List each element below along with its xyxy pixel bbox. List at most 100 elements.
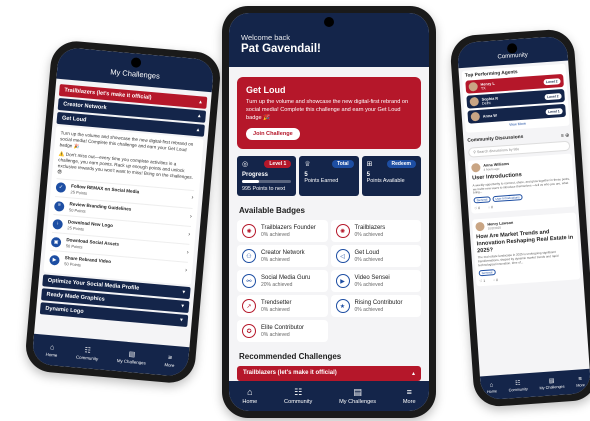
badge-item[interactable]: ↗ Trendsetter 0% achieved: [237, 295, 328, 318]
nav-more[interactable]: ≡ More: [576, 376, 586, 388]
bottom-nav: ⌂ Home ☷ Community ▤ My Challenges ≡ More: [229, 381, 429, 411]
nav-community[interactable]: ☷ Community: [284, 386, 313, 405]
nav-home[interactable]: ⌂ Home: [45, 343, 59, 358]
nav-my-challenges[interactable]: ▤ My Challenges: [117, 350, 147, 366]
top-agents-section: Top Performing Agents Henry L TX Level 2 …: [461, 63, 570, 133]
badge-name: Trailblazers: [354, 224, 386, 231]
badge-name: Social Media Guru: [261, 274, 311, 281]
chevron-down-icon: ▾: [180, 303, 185, 310]
medal-icon: ✪: [242, 324, 256, 339]
nav-community[interactable]: ☷ Community: [76, 346, 99, 361]
home-icon: ⌂: [489, 382, 494, 389]
nav-community[interactable]: ☷ Community: [508, 380, 528, 392]
progress-label: Progress: [242, 172, 269, 179]
badge-name: Elite Contributor: [261, 324, 305, 331]
nav-label: Home: [486, 388, 498, 394]
recommended-challenge-label: Trailblazers (let's make it official): [243, 370, 337, 377]
discussion-post[interactable]: Anna Williams 4 hours ago User Introducti…: [467, 153, 576, 215]
star-icon: ★: [335, 299, 350, 314]
badge-item[interactable]: ◁ Get Loud 0% achieved: [330, 245, 421, 268]
badge-name: Rising Contributor: [354, 299, 403, 306]
left-screen: My Challenges Trailblazers (let's make i…: [31, 46, 215, 378]
points-earned-label: Points Earned: [304, 178, 339, 185]
add-discussion-icon[interactable]: ≡ ⊕: [561, 132, 570, 139]
redeem-button[interactable]: Redeem: [386, 160, 416, 169]
discussions-title: Community Discussions: [467, 134, 524, 144]
nav-home[interactable]: ⌂ Home: [486, 382, 498, 394]
center-phone: Welcome back Pat Gavendail! Get Loud Tur…: [222, 6, 436, 418]
share-icon: ⚯: [242, 274, 256, 289]
user-name: Pat Gavendail!: [241, 43, 321, 55]
badge-progress: 0% achieved: [354, 281, 384, 288]
like-count: 1: [483, 279, 486, 284]
total-button[interactable]: Total: [332, 160, 354, 169]
nav-label: Community: [508, 386, 528, 392]
badge-name: Video Sensei: [354, 274, 390, 281]
points-earned-card: ♕ Total 5 Points Earned: [299, 156, 359, 197]
badge-item[interactable]: ★ Rising Contributor 0% achieved: [330, 295, 421, 318]
flame-icon: ✺: [242, 224, 256, 239]
avatar: [468, 81, 479, 92]
badge-progress: 0% achieved: [354, 306, 384, 313]
avatar: [469, 96, 480, 107]
home-icon: ⌂: [49, 343, 55, 352]
community-icon: ☷: [294, 386, 303, 397]
check-icon: ✓: [55, 182, 67, 194]
nav-more[interactable]: ≡ More: [164, 354, 175, 368]
points-available-label: Points Available: [366, 178, 405, 185]
chevron-right-icon: ›: [188, 231, 191, 238]
target-icon: ◎: [242, 161, 249, 169]
left-phone: My Challenges Trailblazers (let's make i…: [23, 39, 223, 385]
progress-bar: [242, 180, 292, 184]
nav-label: Home: [45, 351, 58, 358]
camera-notch: [324, 17, 334, 27]
download-icon: ↓: [52, 218, 64, 230]
comment-button[interactable]: ◌ 0: [488, 206, 493, 210]
badge-progress: 0% achieved: [261, 256, 290, 263]
megaphone-icon: ◁: [335, 249, 350, 264]
get-loud-card: Turn up the volume and showcase the new …: [43, 125, 204, 285]
community-icon: ☷: [514, 380, 521, 387]
menu-icon: ≡: [167, 353, 173, 362]
badge-item[interactable]: ▶ Video Sensei 0% achieved: [330, 270, 421, 293]
comment-button[interactable]: ◌ 0: [493, 278, 498, 282]
chevron-up-icon: ▴: [411, 371, 415, 378]
nav-more[interactable]: ≡ More: [403, 387, 416, 405]
nav-label: My Challenges: [539, 384, 565, 390]
avatar: [470, 111, 481, 122]
home-icon: ⌂: [247, 386, 253, 397]
badge-item[interactable]: ⚯ Social Media Guru 20% achieved: [237, 270, 328, 293]
discussion-post[interactable]: Henry Lawson 10/2/2025 How Are Market Tre…: [472, 212, 581, 287]
join-challenge-button[interactable]: Join Challenge: [246, 128, 300, 141]
chevron-up-icon: ▴: [196, 127, 200, 134]
section-label: Creator Network: [62, 101, 107, 112]
progress-fill: [242, 180, 260, 184]
like-button[interactable]: ♡ 0: [474, 206, 480, 210]
avatar: [471, 162, 481, 173]
like-button[interactable]: ♡ 1: [479, 279, 485, 283]
badge-item[interactable]: ✪ Elite Contributor 0% achieved: [237, 320, 328, 343]
nav-home[interactable]: ⌂ Home: [242, 386, 257, 405]
badge-item[interactable]: ✺ Trailblazers 0% achieved: [330, 220, 421, 243]
chevron-up-icon: ▴: [197, 113, 201, 120]
nav-my-challenges[interactable]: ▤ My Challenges: [539, 377, 565, 390]
trend-icon: ↗: [242, 299, 256, 314]
badge-name: Trendsetter: [261, 299, 292, 306]
recommended-challenge-bar[interactable]: Trailblazers (let's make it official) ▴: [237, 366, 421, 382]
badge-item[interactable]: ✺ Trailblazers Founder 0% achieved: [237, 220, 328, 243]
center-screen: Welcome back Pat Gavendail! Get Loud Tur…: [229, 13, 429, 411]
image-icon: ▣: [50, 236, 62, 248]
chevron-right-icon: ›: [189, 213, 193, 220]
badge-name: Creator Network: [261, 249, 305, 256]
nav-label: More: [576, 382, 586, 388]
points-to-next: 995 Points to next: [242, 186, 286, 193]
challenges-icon: ▤: [128, 350, 136, 359]
nav-my-challenges[interactable]: ▤ My Challenges: [339, 387, 376, 405]
nav-label: Community: [284, 398, 313, 405]
post-tag[interactable]: General: [478, 269, 496, 277]
post-tag[interactable]: General: [473, 196, 491, 204]
badge-item[interactable]: ⚇ Creator Network 0% achieved: [237, 245, 328, 268]
points-available-card: ⊞ Redeem 5 Points Available: [361, 156, 421, 197]
community-icon: ☷: [84, 346, 92, 355]
post-tag[interactable]: User Introductions: [492, 194, 523, 203]
